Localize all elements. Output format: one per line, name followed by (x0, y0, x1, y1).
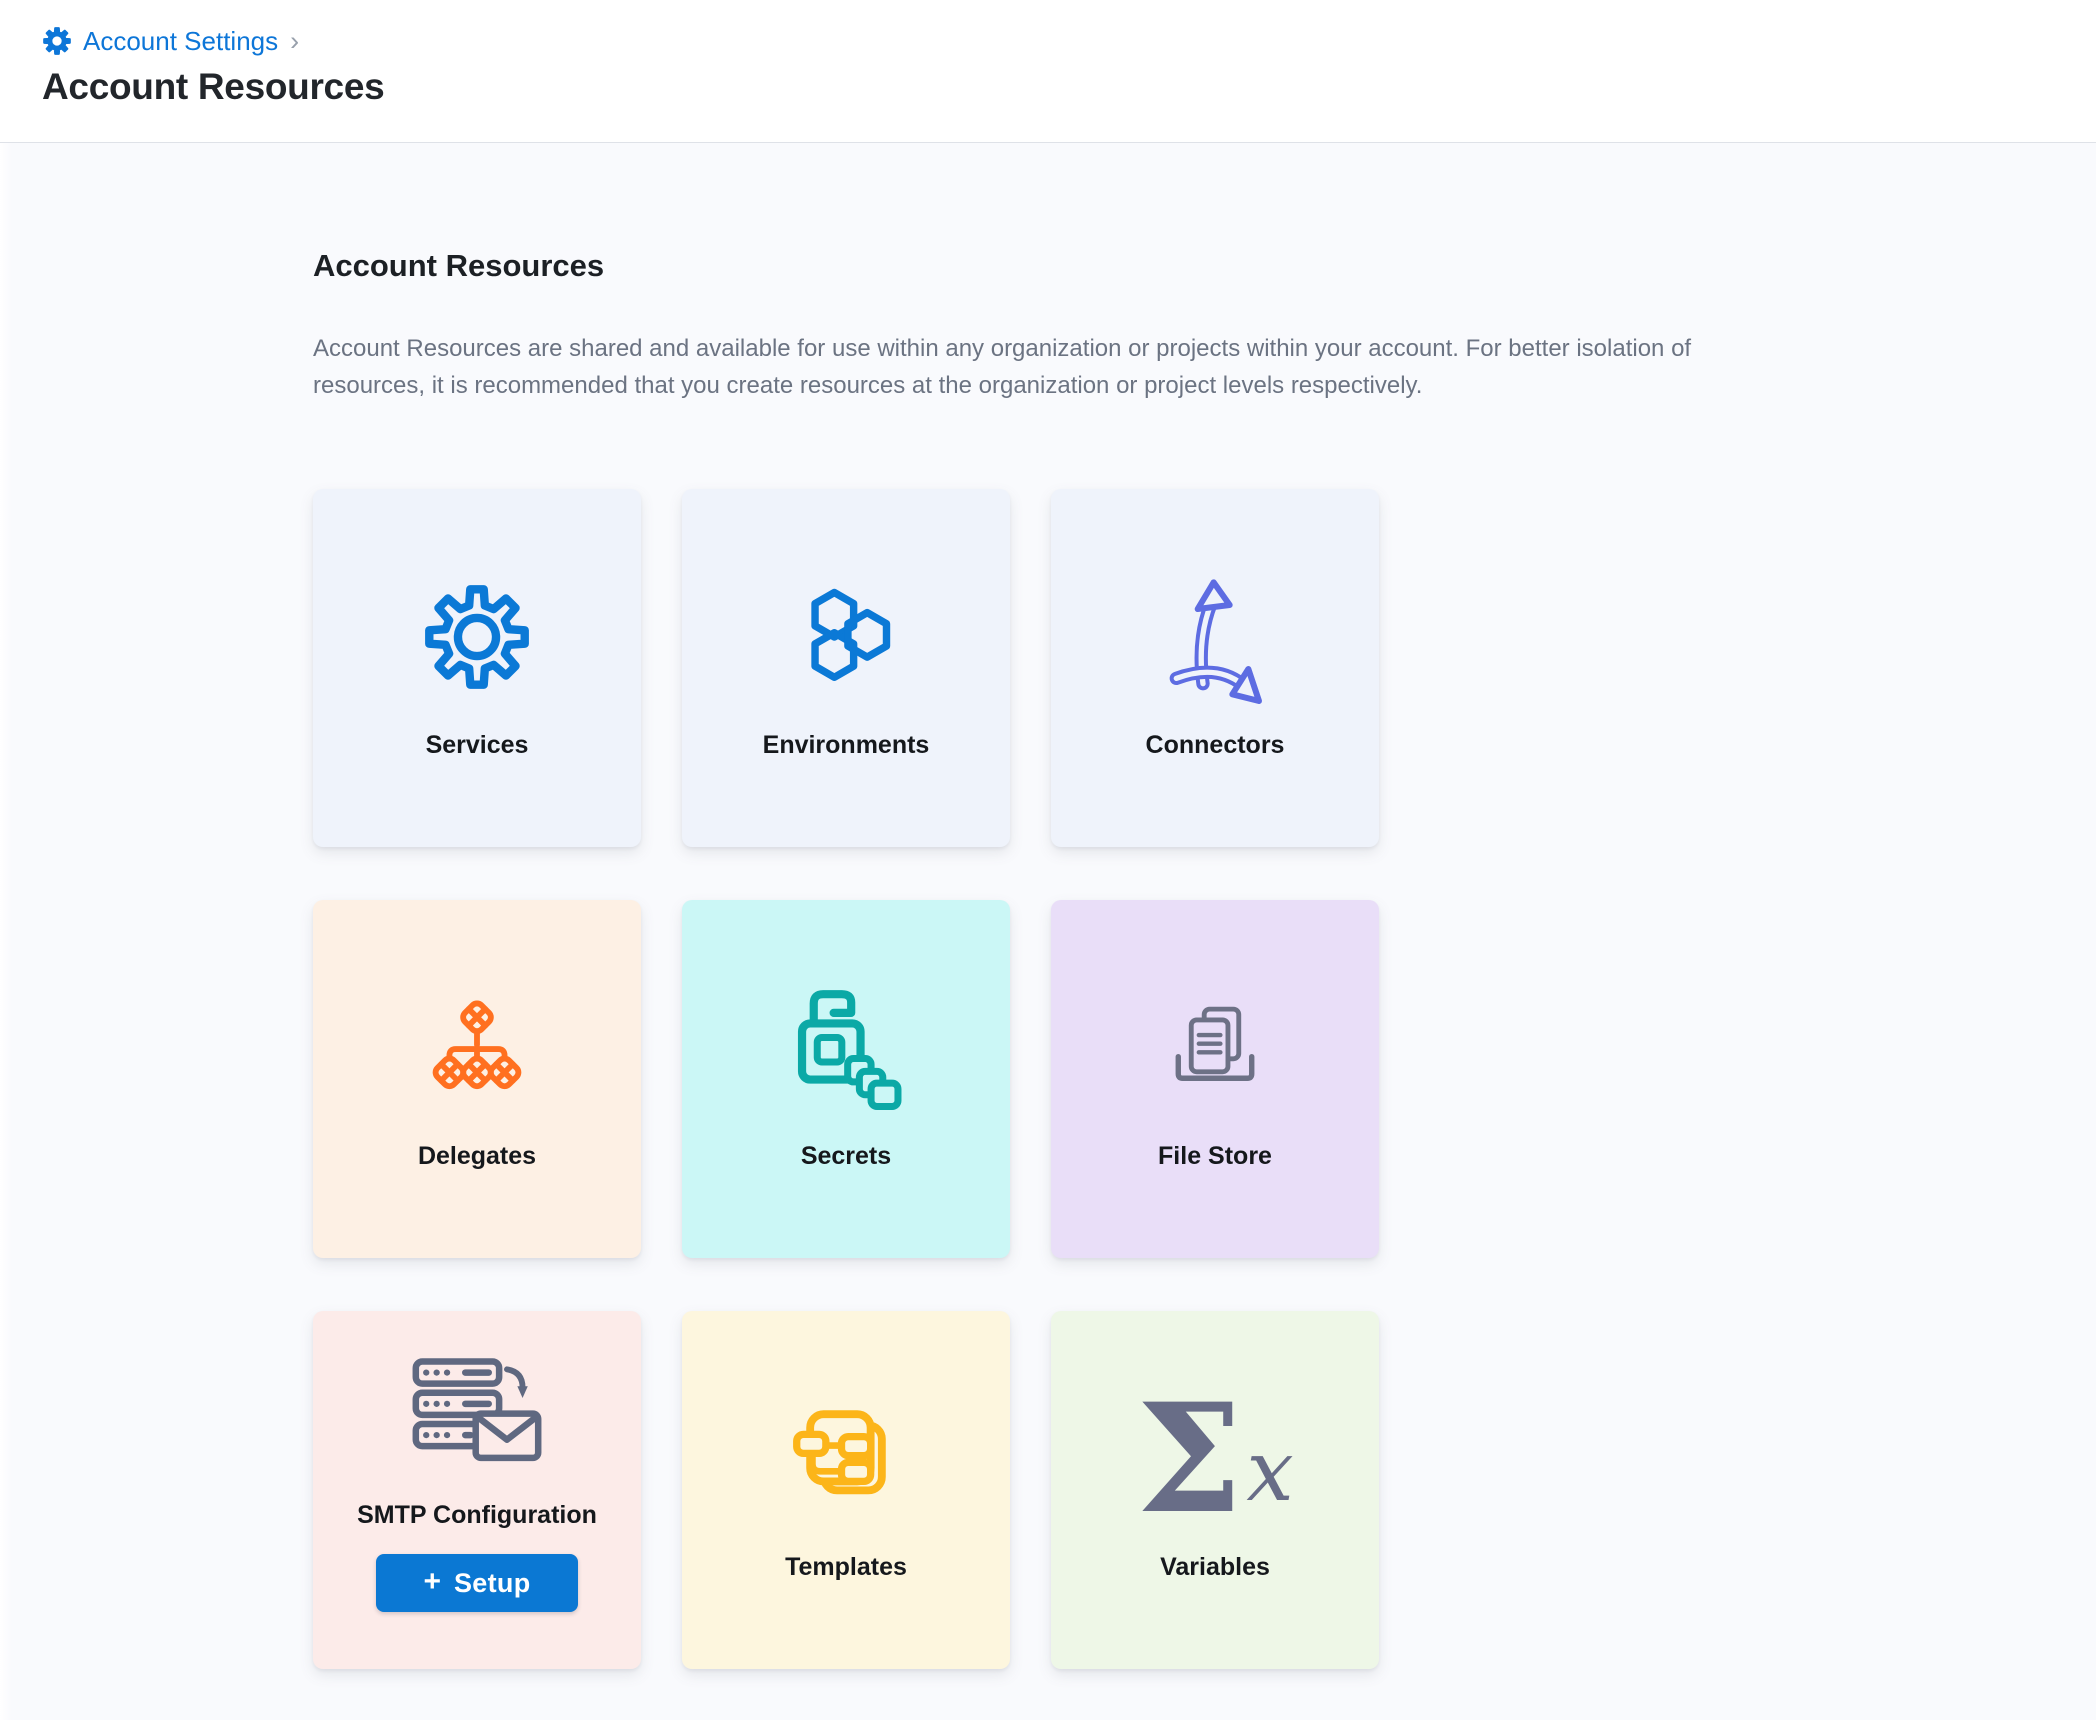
x-glyph: x (1246, 1429, 1293, 1513)
variables-sigma-icon: Σ x (1136, 1399, 1293, 1519)
smtp-mail-server-icon (408, 1361, 546, 1461)
page-title: Account Resources (42, 66, 2096, 108)
sigma-glyph: Σ (1136, 1384, 1242, 1534)
card-label: Delegates (418, 1142, 536, 1171)
card-label: Services (426, 731, 529, 760)
chevron-right-icon: › (290, 28, 299, 55)
card-label: Templates (785, 1553, 907, 1582)
card-smtp-configuration[interactable]: SMTP Configuration + Setup (313, 1311, 641, 1669)
card-label: Variables (1160, 1553, 1270, 1582)
delegates-tree-icon (424, 988, 530, 1108)
left-edge-strip (0, 143, 12, 1720)
card-label: Environments (763, 731, 930, 760)
section-title: Account Resources (313, 248, 2096, 284)
main-content: Account Resources Account Resources are … (0, 143, 2096, 1669)
setup-button-label: Setup (454, 1568, 531, 1599)
page-header: Account Settings › Account Resources (0, 0, 2096, 143)
card-templates[interactable]: Templates (682, 1311, 1010, 1669)
card-label: Connectors (1146, 731, 1285, 760)
card-environments[interactable]: Environments (682, 489, 1010, 847)
card-connectors[interactable]: Connectors (1051, 489, 1379, 847)
resource-cards-grid: Services Environments (313, 489, 2096, 1669)
card-secrets[interactable]: Secrets (682, 900, 1010, 1258)
templates-pages-icon (790, 1399, 902, 1519)
breadcrumb-account-settings-link[interactable]: Account Settings (42, 26, 278, 57)
card-label: Secrets (801, 1142, 891, 1171)
services-gear-icon (421, 577, 533, 697)
environments-hexagons-icon (793, 577, 899, 697)
breadcrumb: Account Settings › (42, 24, 2096, 58)
plus-icon: + (423, 1567, 441, 1597)
file-store-documents-icon (1161, 988, 1269, 1108)
card-file-store[interactable]: File Store (1051, 900, 1379, 1258)
card-delegates[interactable]: Delegates (313, 900, 641, 1258)
card-label: File Store (1158, 1142, 1272, 1171)
card-label: SMTP Configuration (357, 1501, 597, 1530)
breadcrumb-label: Account Settings (83, 26, 278, 57)
settings-gear-icon (42, 26, 72, 56)
card-services[interactable]: Services (313, 489, 641, 847)
secrets-lock-chain-icon (790, 988, 903, 1108)
section-description: Account Resources are shared and availab… (313, 330, 1765, 404)
connectors-arrows-icon (1163, 577, 1267, 697)
setup-button[interactable]: + Setup (376, 1554, 578, 1612)
card-variables[interactable]: Σ x Variables (1051, 1311, 1379, 1669)
